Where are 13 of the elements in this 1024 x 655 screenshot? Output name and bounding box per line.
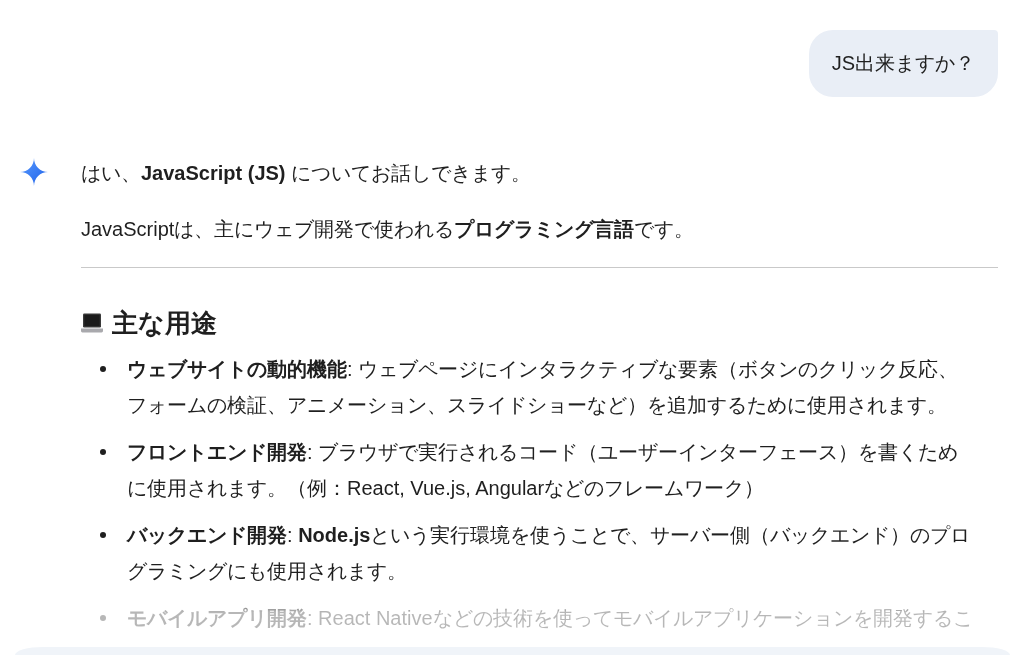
bullet-icon: [100, 366, 106, 372]
laptop-icon: [81, 313, 103, 333]
list-item-text: バックエンド開発: Node.jsという実行環境を使うことで、サーバー側（バックエンド）のプログラミングにも使用されます。: [127, 523, 972, 584]
response-paragraph: JavaScriptは、主にウェブ開発で使われるプログラミング言語です。: [81, 217, 696, 242]
list-item-text: フロントエンド開発: ブラウザで実行されるコード（ユーザーインターフェース）を書くために使用されます。（例：React, Vue.js, Angularなどのフレームワーク）: [127, 440, 960, 501]
bullet-icon: [100, 532, 106, 538]
bullet-icon: [100, 615, 106, 621]
list-item-text: ウェブサイトの動的機能: ウェブページにインタラクティブな要素（ボタンのクリック反応、フォームの検証、アニメーション、スライドショーなど）を追加するために使用されます。: [127, 357, 960, 418]
response-paragraph: はい、JavaScript (JS) についてお話しできます。: [81, 161, 533, 186]
user-message: JS出来ますか？: [808, 30, 998, 97]
list-item-text: モバイルアプリ開発: React Nativeなどの技術を使ってモバイルアプリケーションを開発するこ: [127, 606, 973, 631]
bullet-icon: [100, 449, 106, 455]
section-heading: 主な用途: [112, 307, 217, 340]
